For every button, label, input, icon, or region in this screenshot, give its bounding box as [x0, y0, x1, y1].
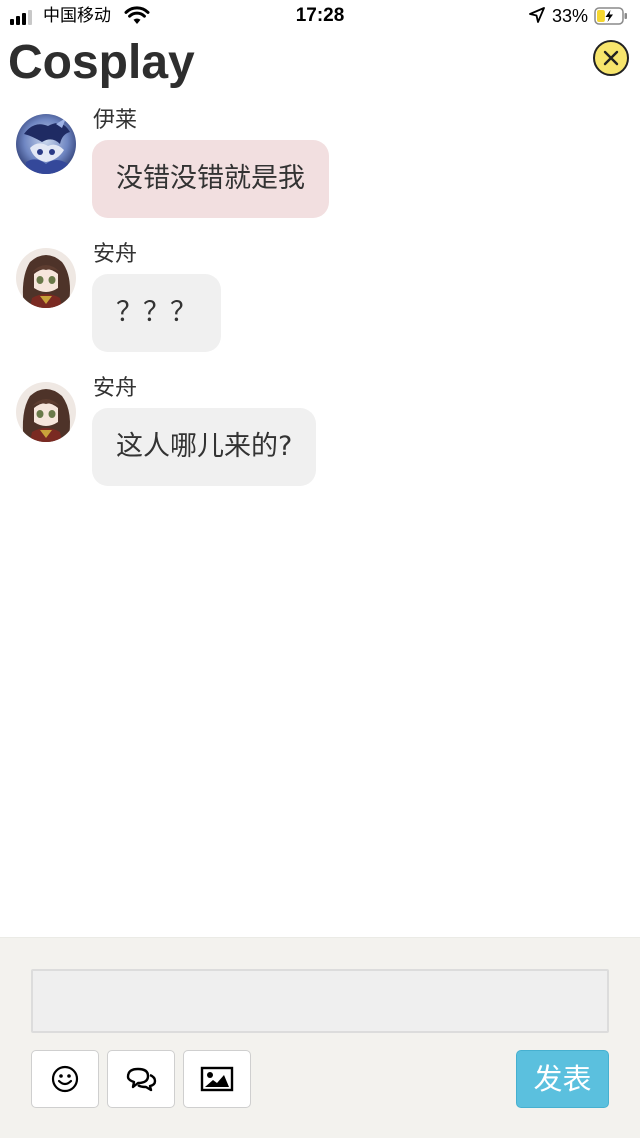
composer-panel: 发表 [0, 937, 640, 1138]
message-bubble: 这人哪儿来的? [92, 408, 317, 486]
chat-bubbles-button[interactable] [107, 1050, 175, 1108]
message-bubble: ？？？ [92, 274, 221, 352]
status-bar: 中国移动 17:28 33% [0, 0, 640, 34]
battery-charging-icon [594, 7, 627, 25]
image-icon [200, 1066, 234, 1092]
emoji-icon [51, 1065, 79, 1093]
close-circle-icon [603, 50, 619, 66]
battery-percent: 33% [552, 6, 589, 26]
emoji-button[interactable] [31, 1050, 99, 1108]
avatar-brown-haired-girl[interactable] [16, 248, 76, 308]
page-title: Cosplay [8, 36, 195, 89]
chat-bubbles-icon [126, 1067, 157, 1092]
message-bubble: 没错没错就是我 [92, 140, 329, 218]
sender-name: 伊莱 [93, 108, 138, 133]
close-button[interactable] [593, 40, 629, 76]
location-arrow-icon [529, 7, 545, 23]
chat-message: 安舟 ？？？ [0, 242, 640, 368]
sender-name: 安舟 [93, 242, 138, 267]
avatar-blue-character[interactable] [16, 114, 76, 174]
avatar-brown-haired-girl[interactable] [16, 382, 76, 442]
sender-name: 安舟 [93, 376, 138, 401]
image-button[interactable] [183, 1050, 251, 1108]
chat-message: 安舟 这人哪儿来的? [0, 376, 640, 502]
chat-message: 伊莱 没错没错就是我 [0, 108, 640, 234]
message-input[interactable] [31, 969, 609, 1033]
send-button[interactable]: 发表 [516, 1050, 609, 1108]
